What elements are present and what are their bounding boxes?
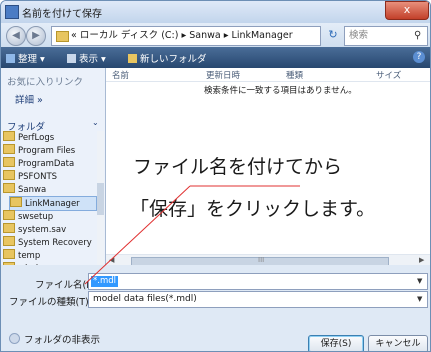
- folder-icon: [3, 131, 15, 141]
- folder-icon: [3, 144, 15, 154]
- search-placeholder: 検索: [349, 30, 369, 41]
- tree-scroll-thumb[interactable]: [97, 183, 104, 215]
- view-button[interactable]: 表示 ▾: [67, 51, 106, 65]
- column-header-name[interactable]: 名前: [112, 69, 129, 81]
- tree-item-swsetup[interactable]: swsetup: [3, 210, 97, 223]
- hide-folders-label: フォルダの非表示: [24, 335, 101, 346]
- organize-button[interactable]: 整理 ▾: [6, 51, 45, 65]
- filetype-label: ファイルの種類(T):: [9, 297, 92, 308]
- tree-item-program-files[interactable]: Program Files: [3, 144, 97, 157]
- tree-item-label: temp: [18, 251, 41, 261]
- navigation-bar: ◀ ▶ « ローカル ディスク (C:) ▸ Sanwa ▸ LinkManag…: [1, 23, 430, 47]
- cancel-button[interactable]: キャンセル: [368, 335, 428, 351]
- folder-icon: [3, 170, 15, 180]
- folder-icon: [3, 183, 15, 193]
- tree-item-system-sav[interactable]: system.sav: [3, 223, 97, 236]
- folder-icon: [3, 236, 15, 246]
- collapse-icon: [9, 333, 20, 344]
- column-header-modified[interactable]: 更新日時: [206, 69, 240, 81]
- save-button[interactable]: 保存(S): [308, 335, 364, 351]
- help-icon[interactable]: ?: [413, 51, 425, 63]
- annotation-line-1: ファイル名を付けてから: [133, 156, 343, 178]
- favorite-links-heading: お気に入りリンク: [7, 77, 84, 88]
- filetype-select[interactable]: model data files(*.mdl) ▼: [88, 291, 428, 308]
- command-toolbar: 整理 ▾ 表示 ▾ 新しいフォルダ ?: [1, 47, 430, 68]
- organize-label: 整理 ▾: [18, 54, 45, 65]
- folder-icon: [3, 157, 15, 167]
- forward-button[interactable]: ▶: [26, 26, 46, 46]
- annotation-line-2: 「保存」をクリックします。: [130, 198, 376, 220]
- organize-icon: [6, 54, 15, 63]
- column-header-size[interactable]: サイズ: [376, 69, 401, 81]
- window-title: 名前を付けて保存: [22, 9, 102, 20]
- title-bar: 名前を付けて保存 x: [1, 1, 430, 23]
- column-headers: 名前 更新日時 種類 サイズ: [106, 68, 430, 82]
- new-folder-label: 新しいフォルダ: [140, 54, 207, 65]
- empty-results-message: 検索条件に一致する項目はありません。: [204, 86, 357, 96]
- back-button[interactable]: ◀: [6, 26, 26, 46]
- tree-item-label: ProgramData: [18, 159, 75, 169]
- view-label: 表示 ▾: [79, 54, 106, 65]
- view-icon: [67, 54, 76, 63]
- tree-item-system-recovery[interactable]: System Recovery: [3, 236, 97, 249]
- folder-icon: [10, 197, 22, 207]
- tree-item-label: system.sav: [18, 225, 67, 235]
- close-button[interactable]: x: [385, 1, 429, 20]
- tree-item-label: PSFONTS: [18, 172, 58, 182]
- address-path: « ローカル ディスク (C:) ▸ Sanwa ▸ LinkManager: [71, 30, 293, 41]
- dialog-icon: [5, 5, 19, 19]
- filetype-value: model data files(*.mdl): [93, 294, 197, 304]
- filename-dropdown-icon[interactable]: ▼: [417, 274, 422, 289]
- search-icon[interactable]: ⚲: [414, 27, 421, 45]
- column-header-type[interactable]: 種類: [286, 69, 303, 81]
- new-folder-button[interactable]: 新しいフォルダ: [128, 51, 207, 65]
- chevron-down-icon[interactable]: ⌄: [92, 118, 99, 127]
- folder-icon: [3, 249, 15, 259]
- tree-item-perflogs[interactable]: PerfLogs: [3, 131, 97, 144]
- folder-icon: [3, 223, 15, 233]
- tree-item-label: Sanwa: [18, 185, 47, 195]
- filetype-dropdown-icon[interactable]: ▼: [417, 292, 422, 307]
- new-folder-icon: [128, 54, 137, 63]
- tree-item-temp[interactable]: temp: [3, 249, 97, 262]
- search-input[interactable]: 検索 ⚲: [344, 26, 428, 46]
- tree-item-label: Program Files: [18, 146, 76, 156]
- folder-icon: [3, 210, 15, 220]
- tree-item-sanwa[interactable]: Sanwa: [3, 183, 97, 196]
- filename-input[interactable]: *.mdl ▼: [88, 273, 428, 290]
- tree-item-linkmanager[interactable]: LinkManager: [9, 196, 97, 211]
- tree-item-psfonts[interactable]: PSFONTS: [3, 170, 97, 183]
- tree-item-label: System Recovery: [18, 238, 92, 248]
- address-bar[interactable]: « ローカル ディスク (C:) ▸ Sanwa ▸ LinkManager ▼: [51, 26, 321, 46]
- navigation-pane: お気に入りリンク 詳細 » フォルダ ⌄ PerfLogs Program Fi…: [1, 68, 106, 265]
- tree-item-label: swsetup: [18, 212, 54, 222]
- tree-item-label: LinkManager: [25, 199, 80, 209]
- refresh-button[interactable]: ↻: [325, 27, 341, 43]
- save-options-panel: ファイル名(N): *.mdl ▼ ファイルの種類(T): model data…: [1, 265, 430, 351]
- filename-value[interactable]: *.mdl: [91, 276, 118, 287]
- folder-icon: [56, 31, 69, 42]
- hide-folders-button[interactable]: フォルダの非表示: [9, 332, 100, 346]
- tree-item-label: PerfLogs: [18, 133, 55, 143]
- details-link[interactable]: 詳細 »: [15, 92, 43, 106]
- tree-item-programdata[interactable]: ProgramData: [3, 157, 97, 170]
